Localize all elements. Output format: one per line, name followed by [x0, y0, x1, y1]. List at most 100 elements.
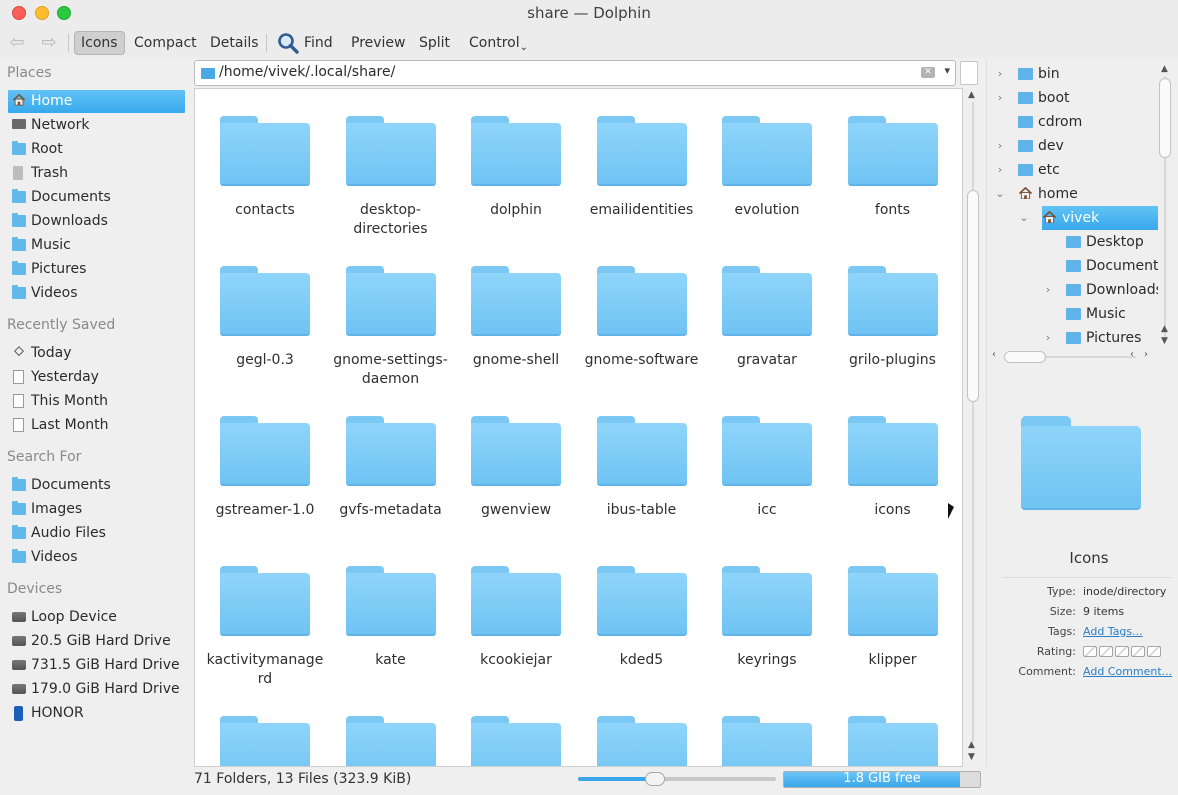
folder-item[interactable]: dolphin — [456, 116, 576, 220]
expand-toggle-icon[interactable]: › — [1042, 278, 1054, 302]
tree-item-document[interactable]: Document — [1066, 254, 1158, 278]
folder-item[interactable]: gnome-shell — [456, 266, 576, 370]
location-side-button[interactable] — [960, 61, 978, 85]
folder-item[interactable]: emailidentities — [582, 116, 702, 220]
add-comment-link[interactable]: Add Comment... — [1083, 665, 1172, 678]
sidebar-item-today[interactable]: Today — [8, 342, 185, 365]
expand-toggle-icon[interactable]: › — [994, 158, 1006, 182]
folder-item[interactable] — [707, 716, 827, 766]
clear-location-icon[interactable]: ✕ — [921, 67, 935, 78]
find-button[interactable]: Find — [274, 31, 339, 55]
folder-item[interactable]: kded5 — [582, 566, 702, 670]
sidebar-item-pictures[interactable]: Pictures — [8, 258, 185, 281]
folder-item[interactable]: evolution — [707, 116, 827, 220]
sidebar-item-home[interactable]: Home — [8, 90, 185, 113]
scroll-up-icon[interactable]: ▲ — [1161, 64, 1168, 74]
sidebar-item-731-5-gib-hard-drive[interactable]: 731.5 GiB Hard Drive — [8, 654, 185, 677]
expand-toggle-icon[interactable]: › — [994, 62, 1006, 86]
folder-item[interactable]: ibus-table — [582, 416, 702, 520]
sidebar-item-last-month[interactable]: Last Month — [8, 414, 185, 437]
folder-item[interactable]: gnome-settings-daemon — [331, 266, 451, 389]
sidebar-item-honor[interactable]: HONOR — [8, 702, 185, 725]
scroll-up-icon[interactable]: ▲ — [968, 740, 975, 750]
scroll-down-icon[interactable]: ▼ — [1161, 336, 1168, 346]
sidebar-item-root[interactable]: Root — [8, 138, 185, 161]
sidebar-item-loop-device[interactable]: Loop Device — [8, 606, 185, 629]
tree-item-music[interactable]: Music — [1066, 302, 1158, 326]
folder-item[interactable]: grilo-plugins — [833, 266, 953, 370]
expand-toggle-icon[interactable]: › — [994, 86, 1006, 110]
folder-item[interactable]: kate — [331, 566, 451, 670]
sidebar-item-yesterday[interactable]: Yesterday — [8, 366, 185, 389]
star-icon[interactable] — [1083, 646, 1097, 657]
sidebar-item-documents[interactable]: Documents — [8, 474, 185, 497]
panel-divider[interactable] — [986, 60, 987, 766]
folder-item[interactable] — [582, 716, 702, 766]
zoom-handle[interactable] — [645, 772, 666, 786]
scroll-up-icon[interactable]: ▲ — [1161, 324, 1168, 334]
folder-item[interactable] — [456, 716, 576, 766]
star-icon[interactable] — [1115, 646, 1129, 657]
folder-item[interactable]: keyrings — [707, 566, 827, 670]
tree-item-downloads[interactable]: › Downloads — [1046, 278, 1158, 302]
control-menu-button[interactable]: Control⌄ — [463, 31, 534, 55]
sidebar-item-this-month[interactable]: This Month — [8, 390, 185, 413]
folder-item[interactable]: gwenview — [456, 416, 576, 520]
back-button[interactable]: ⇦ — [6, 32, 28, 54]
folder-item[interactable]: fonts — [833, 116, 953, 220]
tree-item-home[interactable]: ⌄ home — [995, 182, 1158, 206]
tree-item-pictures[interactable]: › Pictures — [1046, 326, 1158, 348]
tree-item-etc[interactable]: › etc — [998, 158, 1158, 182]
tree-item-cdrom[interactable]: cdrom — [1018, 110, 1158, 134]
split-button[interactable]: Split — [413, 31, 456, 55]
folder-item[interactable]: klipper — [833, 566, 953, 670]
folder-item[interactable]: icc — [707, 416, 827, 520]
scroll-up-icon[interactable]: ▲ — [968, 90, 975, 100]
sidebar-item-audio-files[interactable]: Audio Files — [8, 522, 185, 545]
sidebar-item-videos[interactable]: Videos — [8, 546, 185, 569]
folder-item[interactable]: contacts — [205, 116, 325, 220]
folder-item[interactable]: icons — [833, 416, 953, 520]
preview-button[interactable]: Preview — [345, 31, 412, 55]
folder-item[interactable]: gstreamer-1.0 — [205, 416, 325, 520]
sidebar-item-trash[interactable]: Trash — [8, 162, 185, 185]
tree-item-boot[interactable]: › boot — [998, 86, 1158, 110]
sidebar-item-images[interactable]: Images — [8, 498, 185, 521]
sidebar-item-videos[interactable]: Videos — [8, 282, 185, 305]
add-tags-link[interactable]: Add Tags... — [1083, 625, 1143, 638]
folder-item[interactable] — [331, 716, 451, 766]
compact-view-button[interactable]: Compact — [128, 31, 203, 55]
expand-toggle-icon[interactable]: ⌄ — [1018, 206, 1030, 230]
folder-item[interactable]: gvfs-metadata — [331, 416, 451, 520]
location-path[interactable]: /home/vivek/.local/share/ — [219, 64, 395, 80]
scroll-down-icon[interactable]: ▼ — [968, 752, 975, 762]
expand-toggle-icon[interactable]: › — [994, 134, 1006, 158]
scroll-left-icon[interactable]: ‹ — [992, 349, 996, 360]
scroll-right-icon[interactable]: › — [1144, 349, 1148, 360]
scroll-left-icon[interactable]: ‹ — [1130, 349, 1134, 360]
tree-item-bin[interactable]: › bin — [998, 62, 1158, 86]
star-icon[interactable] — [1131, 646, 1145, 657]
expand-toggle-icon[interactable]: › — [1042, 326, 1054, 348]
scrollbar-thumb[interactable] — [967, 190, 979, 402]
sidebar-item-documents[interactable]: Documents — [8, 186, 185, 209]
sidebar-item-179-0-gib-hard-drive[interactable]: 179.0 GiB Hard Drive — [8, 678, 185, 701]
folder-item[interactable]: desktop-directories — [331, 116, 451, 239]
file-view-scrollbar[interactable]: ▲ ▲ ▼ — [966, 90, 980, 766]
tree-horizontal-scrollbar[interactable]: ‹ ‹ › — [992, 349, 1156, 364]
sidebar-item-music[interactable]: Music — [8, 234, 185, 257]
expand-toggle-icon[interactable]: ⌄ — [994, 182, 1006, 206]
tree-scrollbar[interactable]: ▲ ▲ ▼ — [1158, 64, 1172, 348]
tree-item-vivek[interactable]: ⌄ vivek — [1019, 206, 1158, 230]
chevron-down-icon[interactable]: ▾ — [944, 64, 950, 77]
location-bar[interactable]: /home/vivek/.local/share/ ✕ ▾ — [194, 60, 956, 86]
folder-item[interactable]: kactivitymanagerd — [205, 566, 325, 689]
folder-item[interactable]: gravatar — [707, 266, 827, 370]
star-icon[interactable] — [1147, 646, 1161, 657]
scrollbar-thumb[interactable] — [1159, 78, 1171, 158]
folder-item[interactable]: gegl-0.3 — [205, 266, 325, 370]
folder-item[interactable] — [833, 716, 953, 766]
forward-button[interactable]: ⇨ — [38, 32, 60, 54]
sidebar-item-20-5-gib-hard-drive[interactable]: 20.5 GiB Hard Drive — [8, 630, 185, 653]
file-view[interactable]: contacts desktop-directories dolphin emaili… — [194, 88, 963, 767]
